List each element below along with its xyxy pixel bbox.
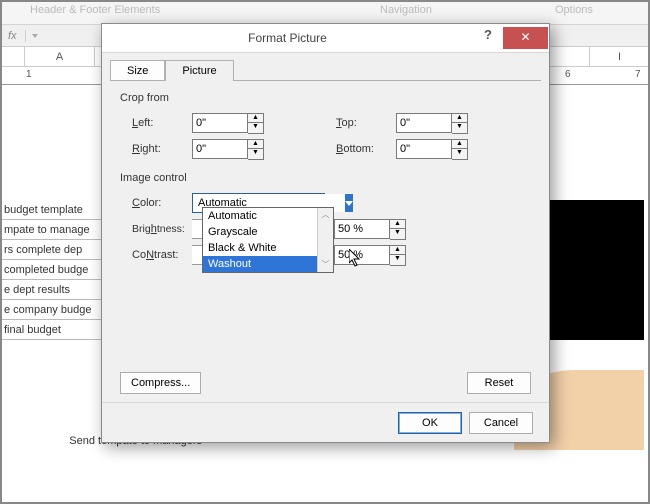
section-image-control: Image control [120,172,531,184]
spin-up-icon[interactable]: ▲ [452,140,467,150]
color-option-automatic[interactable]: Automatic [203,208,333,224]
color-option-washout[interactable]: Washout [203,256,333,272]
close-button[interactable]: ✕ [503,27,548,49]
dialog-footer: OK Cancel [102,402,549,442]
contrast-input[interactable] [334,245,390,265]
tab-picture[interactable]: Picture [165,60,233,81]
spin-up-icon[interactable]: ▲ [452,114,467,124]
brightness-input[interactable] [334,219,390,239]
reset-button[interactable]: Reset [467,372,531,394]
spin-down-icon[interactable]: ▼ [248,149,263,159]
label-contrast: CoNtrast: [120,249,192,261]
crop-bottom-spinner[interactable]: ▲▼ [396,139,468,160]
spin-down-icon[interactable]: ▼ [248,123,263,133]
crop-left-input[interactable] [192,113,248,133]
label-top: Top: [324,117,396,129]
label-bottom: Bottom: [324,143,396,155]
chevron-down-icon[interactable] [32,34,38,38]
section-crop-from: Crop from [120,92,531,104]
scroll-up-icon[interactable]: ︿ [318,208,333,222]
spin-down-icon[interactable]: ▼ [452,123,467,133]
scroll-down-icon[interactable]: ﹀ [318,258,333,272]
chevron-down-icon[interactable] [345,194,353,212]
ribbon-group-label: Navigation [380,4,432,16]
spin-up-icon[interactable]: ▲ [248,140,263,150]
spin-down-icon[interactable]: ▼ [390,229,405,239]
crop-right-spinner[interactable]: ▲▼ [192,139,264,160]
color-option-blackwhite[interactable]: Black & White [203,240,333,256]
col-header-I[interactable]: I [590,47,650,66]
spin-down-icon[interactable]: ▼ [390,255,405,265]
col-header-A[interactable]: A [25,47,95,66]
crop-bottom-input[interactable] [396,139,452,159]
contrast-spinner[interactable]: ▲▼ [334,245,406,266]
spin-up-icon[interactable]: ▲ [390,220,405,230]
dropdown-scrollbar[interactable]: ︿ ﹀ [317,208,333,272]
tab-size[interactable]: Size [110,60,165,81]
label-brightness: Brightness: [120,223,192,235]
spin-down-icon[interactable]: ▼ [452,149,467,159]
color-dropdown-list[interactable]: Automatic Grayscale Black & White Washou… [202,207,334,273]
help-button[interactable]: ? [473,27,503,49]
fx-label: fx [0,30,26,42]
spin-up-icon[interactable]: ▲ [248,114,263,124]
color-option-grayscale[interactable]: Grayscale [203,224,333,240]
compress-button[interactable]: Compress... [120,372,201,394]
ribbon-group-label: Header & Footer Elements [30,4,160,16]
ribbon-remnant: Header & Footer Elements Navigation Opti… [0,0,650,25]
label-left: Left: [120,117,192,129]
brightness-spinner[interactable]: ▲▼ [334,219,406,240]
crop-left-spinner[interactable]: ▲▼ [192,113,264,134]
spin-up-icon[interactable]: ▲ [390,246,405,256]
tab-strip: Size Picture [102,53,549,81]
ribbon-group-label: Options [555,4,593,16]
crop-right-input[interactable] [192,139,248,159]
dialog-title: Format Picture [102,31,473,45]
ok-button[interactable]: OK [398,412,462,434]
format-picture-dialog: Format Picture ? ✕ Size Picture Crop fro… [101,23,550,443]
label-color: Color: [120,197,192,209]
cancel-button[interactable]: Cancel [469,412,533,434]
crop-top-spinner[interactable]: ▲▼ [396,113,468,134]
crop-top-input[interactable] [396,113,452,133]
cursor-icon [349,249,362,267]
label-right: Right: [120,143,192,155]
titlebar[interactable]: Format Picture ? ✕ [102,24,549,53]
